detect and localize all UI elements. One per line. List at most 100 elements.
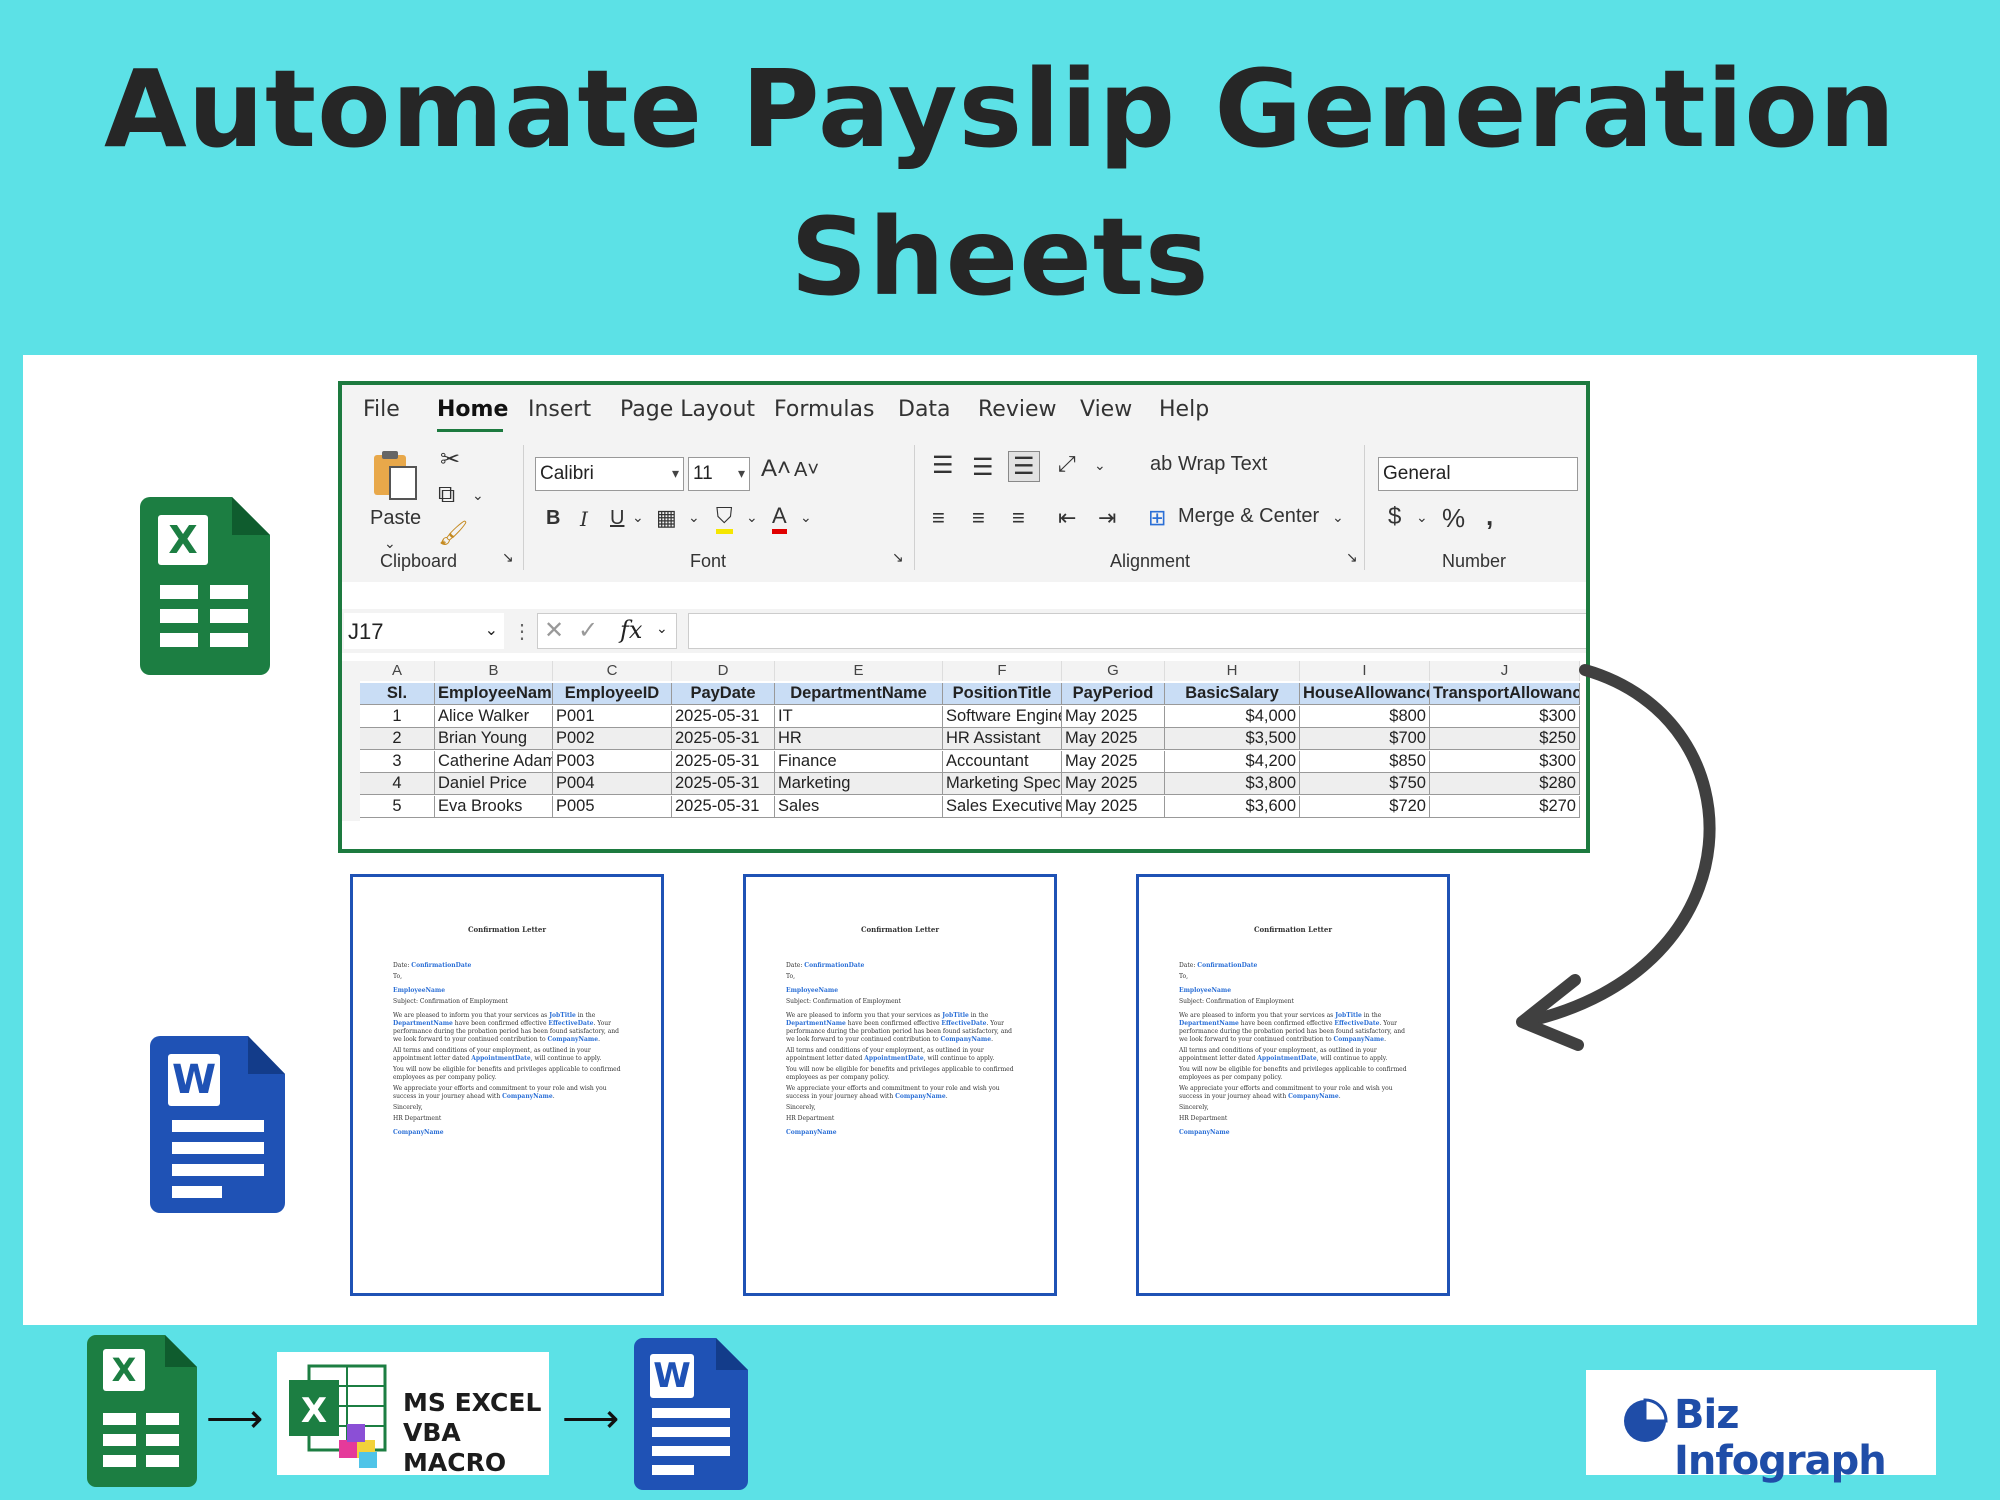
table-cell[interactable]: 2025-05-31 <box>672 705 775 728</box>
column-header-a[interactable]: A <box>360 661 435 681</box>
name-box[interactable]: J17 ⌄ <box>344 613 504 649</box>
table-cell[interactable]: Software Engineer <box>943 705 1062 728</box>
table-cell[interactable]: May 2025 <box>1062 728 1165 750</box>
header-cell[interactable]: EmployeeID <box>553 683 672 705</box>
currency-icon[interactable]: $ <box>1388 503 1401 531</box>
align-bottom-icon[interactable]: ☰ <box>1008 451 1040 482</box>
header-cell[interactable]: PositionTitle <box>943 683 1062 705</box>
align-left-icon[interactable]: ≡ <box>932 505 945 531</box>
column-header-e[interactable]: E <box>775 661 943 681</box>
align-right-icon[interactable]: ≡ <box>1012 505 1025 531</box>
borders-icon[interactable]: ▦ <box>656 505 677 531</box>
column-header-h[interactable]: H <box>1165 661 1300 681</box>
decrease-font-icon[interactable]: A˅ <box>794 459 819 482</box>
header-cell[interactable]: EmployeeName <box>435 683 553 705</box>
table-cell[interactable]: $3,800 <box>1165 773 1300 795</box>
table-cell[interactable]: P003 <box>553 750 672 773</box>
align-center-icon[interactable]: ≡ <box>972 505 985 531</box>
table-cell[interactable]: 2025-05-31 <box>672 795 775 818</box>
header-cell[interactable]: Sl. <box>360 683 435 705</box>
table-cell[interactable]: Alice Walker <box>435 705 553 728</box>
table-cell[interactable]: 2025-05-31 <box>672 750 775 773</box>
font-color-dropdown-icon[interactable]: ⌄ <box>800 509 812 526</box>
increase-font-icon[interactable]: A˄ <box>761 455 791 483</box>
table-cell[interactable]: $4,200 <box>1165 750 1300 773</box>
column-header-b[interactable]: B <box>435 661 553 681</box>
table-cell[interactable]: IT <box>775 705 943 728</box>
paste-dropdown-icon[interactable]: ⌄ <box>384 535 396 552</box>
table-cell[interactable]: P005 <box>553 795 672 818</box>
font-name-select[interactable]: Calibri ▾ <box>535 457 684 491</box>
table-cell[interactable]: $750 <box>1300 773 1430 795</box>
table-cell[interactable]: 5 <box>360 795 435 818</box>
percent-icon[interactable]: % <box>1442 503 1465 534</box>
header-cell[interactable]: DepartmentName <box>775 683 943 705</box>
table-cell[interactable]: May 2025 <box>1062 705 1165 728</box>
table-cell[interactable]: $3,500 <box>1165 728 1300 750</box>
chevron-down-icon[interactable]: ⌄ <box>656 620 668 637</box>
paste-icon[interactable] <box>370 447 420 501</box>
header-cell[interactable]: PayDate <box>672 683 775 705</box>
formula-input[interactable] <box>688 613 1586 649</box>
table-cell[interactable]: Catherine Adams <box>435 750 553 773</box>
table-cell[interactable]: 2 <box>360 728 435 750</box>
menu-view[interactable]: View <box>1080 397 1132 422</box>
table-cell[interactable]: Accountant <box>943 750 1062 773</box>
table-cell[interactable]: Eva Brooks <box>435 795 553 818</box>
table-cell[interactable]: HR Assistant <box>943 728 1062 750</box>
table-cell[interactable]: $3,600 <box>1165 795 1300 818</box>
table-cell[interactable]: $850 <box>1300 750 1430 773</box>
font-size-select[interactable]: 11 ▾ <box>688 457 750 491</box>
column-header-g[interactable]: G <box>1062 661 1165 681</box>
number-format-select[interactable]: General <box>1378 457 1578 491</box>
table-cell[interactable]: Marketing Specialist <box>943 773 1062 795</box>
table-cell[interactable]: Sales Executive <box>943 795 1062 818</box>
insert-function-icon[interactable]: fx <box>620 616 642 644</box>
fill-color-icon[interactable]: ⛉ <box>716 503 733 534</box>
header-cell[interactable]: HouseAllowance <box>1300 683 1430 705</box>
column-header-i[interactable]: I <box>1300 661 1430 681</box>
column-header-d[interactable]: D <box>672 661 775 681</box>
header-cell[interactable]: PayPeriod <box>1062 683 1165 705</box>
table-cell[interactable]: 3 <box>360 750 435 773</box>
paste-button[interactable]: Paste <box>370 507 421 530</box>
alignment-launcher-icon[interactable]: ↘ <box>1346 549 1358 566</box>
cancel-icon[interactable]: ✕ <box>544 616 564 645</box>
italic-icon[interactable]: I <box>580 507 588 531</box>
table-cell[interactable]: May 2025 <box>1062 773 1165 795</box>
format-painter-icon[interactable]: 🖌 <box>438 519 468 548</box>
copy-icon[interactable]: ⧉ <box>438 481 455 509</box>
chevron-down-icon[interactable]: ⌄ <box>485 620 498 640</box>
bold-icon[interactable]: B <box>546 507 560 530</box>
menu-insert[interactable]: Insert <box>528 397 591 422</box>
cut-icon[interactable]: ✂ <box>440 445 460 474</box>
menu-formulas[interactable]: Formulas <box>774 397 874 422</box>
borders-dropdown-icon[interactable]: ⌄ <box>688 509 700 526</box>
currency-dropdown-icon[interactable]: ⌄ <box>1416 509 1428 526</box>
column-header-c[interactable]: C <box>553 661 672 681</box>
table-cell[interactable]: 4 <box>360 773 435 795</box>
enter-icon[interactable]: ✓ <box>578 616 598 645</box>
comma-icon[interactable]: , <box>1486 501 1493 532</box>
merge-center-button[interactable]: Merge & Center <box>1178 505 1319 528</box>
table-cell[interactable]: Sales <box>775 795 943 818</box>
fill-dropdown-icon[interactable]: ⌄ <box>746 509 758 526</box>
menu-data[interactable]: Data <box>898 397 951 422</box>
table-cell[interactable]: P001 <box>553 705 672 728</box>
decrease-indent-icon[interactable]: ⇤ <box>1058 505 1076 531</box>
align-top-icon[interactable]: ☰ <box>932 451 954 480</box>
header-cell[interactable]: BasicSalary <box>1165 683 1300 705</box>
table-cell[interactable]: 2025-05-31 <box>672 728 775 750</box>
table-cell[interactable]: May 2025 <box>1062 750 1165 773</box>
increase-indent-icon[interactable]: ⇥ <box>1098 505 1116 531</box>
wrap-text-button[interactable]: Wrap Text <box>1178 453 1267 476</box>
table-cell[interactable]: HR <box>775 728 943 750</box>
menu-file[interactable]: File <box>363 397 400 422</box>
column-header-f[interactable]: F <box>943 661 1062 681</box>
table-cell[interactable]: $700 <box>1300 728 1430 750</box>
table-cell[interactable]: P002 <box>553 728 672 750</box>
table-cell[interactable]: $4,000 <box>1165 705 1300 728</box>
table-cell[interactable]: 2025-05-31 <box>672 773 775 795</box>
orientation-icon[interactable]: ⤢ <box>1058 451 1076 477</box>
more-options-icon[interactable]: ⋮ <box>512 619 532 644</box>
